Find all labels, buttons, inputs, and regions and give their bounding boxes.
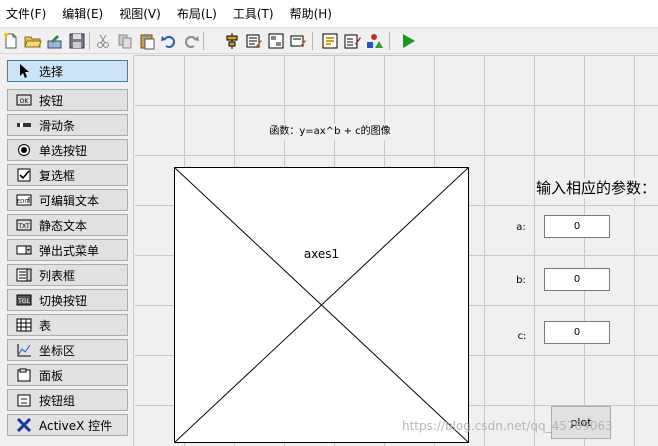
static-text-icon: TXT <box>16 218 32 232</box>
palette-popup-menu[interactable]: 弹出式菜单 <box>7 239 128 261</box>
palette-panel[interactable]: 面板 <box>7 364 128 386</box>
menu-help[interactable]: 帮助(H) <box>282 0 340 28</box>
palette-edit-text[interactable]: EDIT 可编辑文本 <box>7 189 128 211</box>
popup-menu-icon <box>16 243 32 257</box>
menu-edit[interactable]: 编辑(E) <box>54 0 111 28</box>
palette-label: 切换按钮 <box>39 293 88 308</box>
palette-radio-button[interactable]: 单选按钮 <box>7 139 128 161</box>
listbox-icon <box>16 268 32 282</box>
toggle-button-icon: TGL <box>16 293 32 307</box>
slider-icon <box>16 118 32 132</box>
palette-listbox[interactable]: 列表框 <box>7 264 128 286</box>
palette-label: 单选按钮 <box>39 143 88 158</box>
palette-label: ActiveX 控件 <box>39 418 113 433</box>
palette-axes[interactable]: 坐标区 <box>7 339 128 361</box>
new-icon[interactable] <box>1 31 21 51</box>
axes-tag-label: axes1 <box>303 247 340 261</box>
tab-order-icon[interactable] <box>266 31 286 51</box>
menu-file[interactable]: 文件(F) <box>0 0 54 28</box>
palette-static-text[interactable]: TXT 静态文本 <box>7 214 128 236</box>
edit-text-icon: EDIT <box>16 193 32 207</box>
toolbar <box>0 28 658 54</box>
save-icon[interactable] <box>67 31 87 51</box>
menu-tools[interactable]: 工具(T) <box>225 0 282 28</box>
param-c-label[interactable]: c: <box>510 330 534 344</box>
palette-label: 列表框 <box>39 268 76 283</box>
palette-label: 按钮组 <box>39 393 76 408</box>
push-button-icon: OK <box>16 93 32 107</box>
palette-label: 面板 <box>39 368 64 383</box>
palette-activex[interactable]: ActiveX 控件 <box>7 414 128 436</box>
palette-select[interactable]: 选择 <box>7 60 128 82</box>
palette-table[interactable]: 表 <box>7 314 128 336</box>
toolbar-editor-icon[interactable] <box>288 31 308 51</box>
param-b-label[interactable]: b: <box>509 274 533 288</box>
redo-icon[interactable] <box>181 31 201 51</box>
param-b-input[interactable]: 0 <box>544 268 610 291</box>
menu-editor-icon[interactable] <box>244 31 264 51</box>
param-heading-text[interactable]: 输入相应的参数： <box>536 178 658 198</box>
button-group-icon <box>16 393 32 407</box>
palette-label: 坐标区 <box>39 343 76 358</box>
toolbar-separator <box>203 32 204 50</box>
arrow-cursor-icon <box>16 64 32 78</box>
object-browser-icon[interactable] <box>364 31 384 51</box>
copy-icon[interactable] <box>115 31 135 51</box>
svg-text:TGL: TGL <box>17 298 30 305</box>
palette-label: 复选框 <box>39 168 76 183</box>
toolbar-separator <box>312 32 313 50</box>
cut-icon[interactable] <box>93 31 113 51</box>
palette-checkbox[interactable]: 复选框 <box>7 164 128 186</box>
palette-label: 选择 <box>39 64 64 79</box>
palette-push-button[interactable]: OK 按钮 <box>7 89 128 111</box>
palette-label: 滑动条 <box>39 118 76 133</box>
menu-bar: 文件(F) 编辑(E) 视图(V) 布局(L) 工具(T) 帮助(H) <box>0 0 658 28</box>
param-a-input[interactable]: 0 <box>544 215 610 238</box>
paste-icon[interactable] <box>137 31 157 51</box>
param-c-input[interactable]: 0 <box>544 321 610 344</box>
palette-label: 静态文本 <box>39 218 88 233</box>
align-icon[interactable] <box>222 31 242 51</box>
component-palette: 选择 OK 按钮 滑动条 单选按钮 复选框 EDIT 可编辑文本 TXT 静态文… <box>0 55 134 446</box>
svg-text:OK: OK <box>20 98 30 105</box>
undo-icon[interactable] <box>159 31 179 51</box>
axes-placeholder[interactable]: axes1 <box>174 167 469 443</box>
export-icon[interactable] <box>45 31 65 51</box>
palette-slider[interactable]: 滑动条 <box>7 114 128 136</box>
palette-label: 可编辑文本 <box>39 193 100 208</box>
axes-cross-lines <box>175 168 468 442</box>
svg-text:TXT: TXT <box>17 223 30 230</box>
toolbar-separator <box>89 32 90 50</box>
run-icon[interactable] <box>398 31 418 51</box>
axes-icon <box>16 343 32 357</box>
param-a-label[interactable]: a: <box>509 221 533 235</box>
open-icon[interactable] <box>23 31 43 51</box>
activex-icon <box>16 418 32 432</box>
menu-layout[interactable]: 布局(L) <box>169 0 225 28</box>
editor-icon[interactable] <box>320 31 340 51</box>
toolbar-separator <box>389 32 390 50</box>
panel-icon <box>16 368 32 382</box>
palette-label: 表 <box>39 318 52 333</box>
property-inspector-icon[interactable] <box>342 31 362 51</box>
guide-layout-editor: 文件(F) 编辑(E) 视图(V) 布局(L) 工具(T) 帮助(H) 选择 O… <box>0 0 658 446</box>
table-icon <box>16 318 32 332</box>
function-title-text[interactable]: 函数：y=ax^b + c的图像 <box>235 124 425 140</box>
svg-text:EDIT: EDIT <box>17 199 30 205</box>
palette-toggle-button[interactable]: TGL 切换按钮 <box>7 289 128 311</box>
checkbox-icon <box>16 168 32 182</box>
palette-label: 按钮 <box>39 93 64 108</box>
watermark-text: https://blog.csdn.net/qq_45769063 <box>402 419 613 433</box>
palette-button-group[interactable]: 按钮组 <box>7 389 128 411</box>
radio-button-icon <box>16 143 32 157</box>
palette-label: 弹出式菜单 <box>39 243 100 258</box>
menu-view[interactable]: 视图(V) <box>111 0 169 28</box>
